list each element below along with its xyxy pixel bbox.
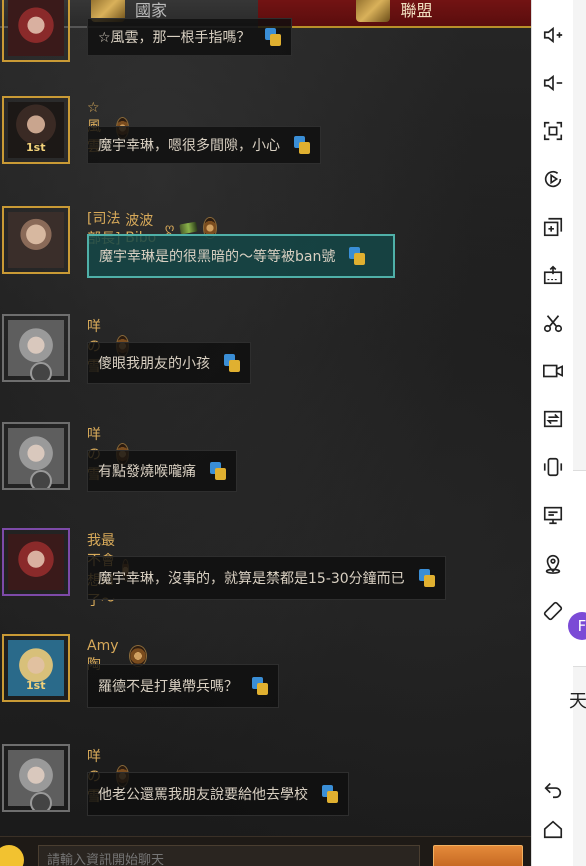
- shake-icon[interactable]: [540, 454, 566, 480]
- message-bubble[interactable]: 有點發燒喉嚨痛: [87, 450, 237, 492]
- translate-icon[interactable]: [264, 28, 281, 46]
- message-text: 傻眼我朋友的小孩: [98, 356, 210, 372]
- message-bubble[interactable]: 他老公還罵我朋友說要給他去學校: [87, 772, 349, 816]
- rifle-icon: [179, 221, 199, 235]
- translate-icon[interactable]: [252, 677, 268, 695]
- avatar[interactable]: [2, 744, 70, 812]
- tab-alliance[interactable]: 聯盟: [258, 0, 531, 28]
- background-text: 天: [569, 691, 586, 712]
- level-badge: 1st: [26, 679, 46, 692]
- translate-icon[interactable]: [294, 136, 310, 154]
- message-text: 魔宇幸琳，嗯很多間隙，小心: [98, 138, 280, 154]
- send-button[interactable]: [433, 845, 523, 866]
- message-text: 有點發燒喉嚨痛: [98, 464, 196, 480]
- translate-icon[interactable]: [210, 462, 226, 480]
- message-bubble[interactable]: 魔宇幸琳，沒事的，就算是禁都是15-30分鐘而已: [87, 556, 446, 600]
- multi-instance-icon[interactable]: [540, 214, 566, 240]
- translate-icon[interactable]: [322, 785, 338, 803]
- chat-input[interactable]: [38, 845, 420, 866]
- translate-icon[interactable]: [418, 569, 435, 587]
- alliance-emblem-icon: [356, 0, 391, 22]
- level-badge: 1st: [26, 141, 46, 154]
- message-text: 他老公還罵我朋友說要給他去學校: [98, 787, 308, 803]
- avatar[interactable]: [2, 206, 70, 274]
- video-icon[interactable]: [540, 358, 566, 384]
- avatar[interactable]: [2, 314, 70, 382]
- volume-down-icon[interactable]: [540, 70, 566, 96]
- heart-icon: ღ: [164, 221, 175, 235]
- back-icon[interactable]: [540, 776, 566, 802]
- message-text: 魔宇幸琳是的很黑暗的～等等被ban號: [99, 249, 336, 265]
- message-text: 魔宇幸琳，沒事的，就算是禁都是15-30分鐘而已: [98, 571, 405, 587]
- tab-alliance-label: 聯盟: [400, 1, 433, 20]
- message-bubble[interactable]: ☆風雲，那一根手指嗎？: [87, 18, 292, 56]
- message-bubble[interactable]: 魔宇幸琳是的很黑暗的～等等被ban號: [87, 234, 395, 278]
- portrait-image: [8, 0, 64, 56]
- message-text: 羅德不是打巢帶兵嗎？: [98, 679, 238, 695]
- portrait-image: [8, 534, 64, 590]
- avatar[interactable]: 1st: [2, 634, 70, 702]
- chat-input-bar: [0, 836, 531, 866]
- message-bubble[interactable]: 魔宇幸琳，嗯很多間隙，小心: [87, 126, 321, 164]
- location-icon[interactable]: [540, 550, 566, 576]
- rank-badge-icon: [30, 792, 52, 810]
- record-icon[interactable]: [540, 166, 566, 192]
- rank-badge-icon: [30, 470, 52, 488]
- rotate-icon[interactable]: [540, 598, 566, 624]
- fullscreen-icon[interactable]: [540, 118, 566, 144]
- screenshot-icon[interactable]: [540, 310, 566, 336]
- game-chat-window: 國家 聯盟 ☆風雲，那一根手指嗎？ 1st ☆風雲 魔宇幸琳，嗯很多間隙，小心: [0, 0, 531, 866]
- translate-icon[interactable]: [224, 354, 240, 372]
- avatar[interactable]: [2, 528, 70, 596]
- translate-icon[interactable]: [349, 247, 366, 265]
- rank-badge-icon: [30, 362, 52, 380]
- emoji-button[interactable]: [0, 845, 24, 866]
- avatar[interactable]: [2, 422, 70, 490]
- avatar[interactable]: [2, 0, 70, 62]
- message-bubble[interactable]: 傻眼我朋友的小孩: [87, 342, 251, 384]
- message-text: ☆風雲，那一根手指嗎？: [98, 30, 251, 46]
- apk-install-icon[interactable]: [540, 262, 566, 288]
- volume-up-icon[interactable]: [540, 22, 566, 48]
- background-window-edge: [573, 0, 586, 866]
- portrait-image: [8, 212, 64, 268]
- avatar[interactable]: 1st: [2, 96, 70, 164]
- sync-icon[interactable]: [540, 406, 566, 432]
- screen-icon[interactable]: [540, 502, 566, 528]
- home-icon[interactable]: [540, 816, 566, 842]
- message-bubble[interactable]: 羅德不是打巢帶兵嗎？: [87, 664, 279, 708]
- emulator-toolbar: [531, 0, 574, 866]
